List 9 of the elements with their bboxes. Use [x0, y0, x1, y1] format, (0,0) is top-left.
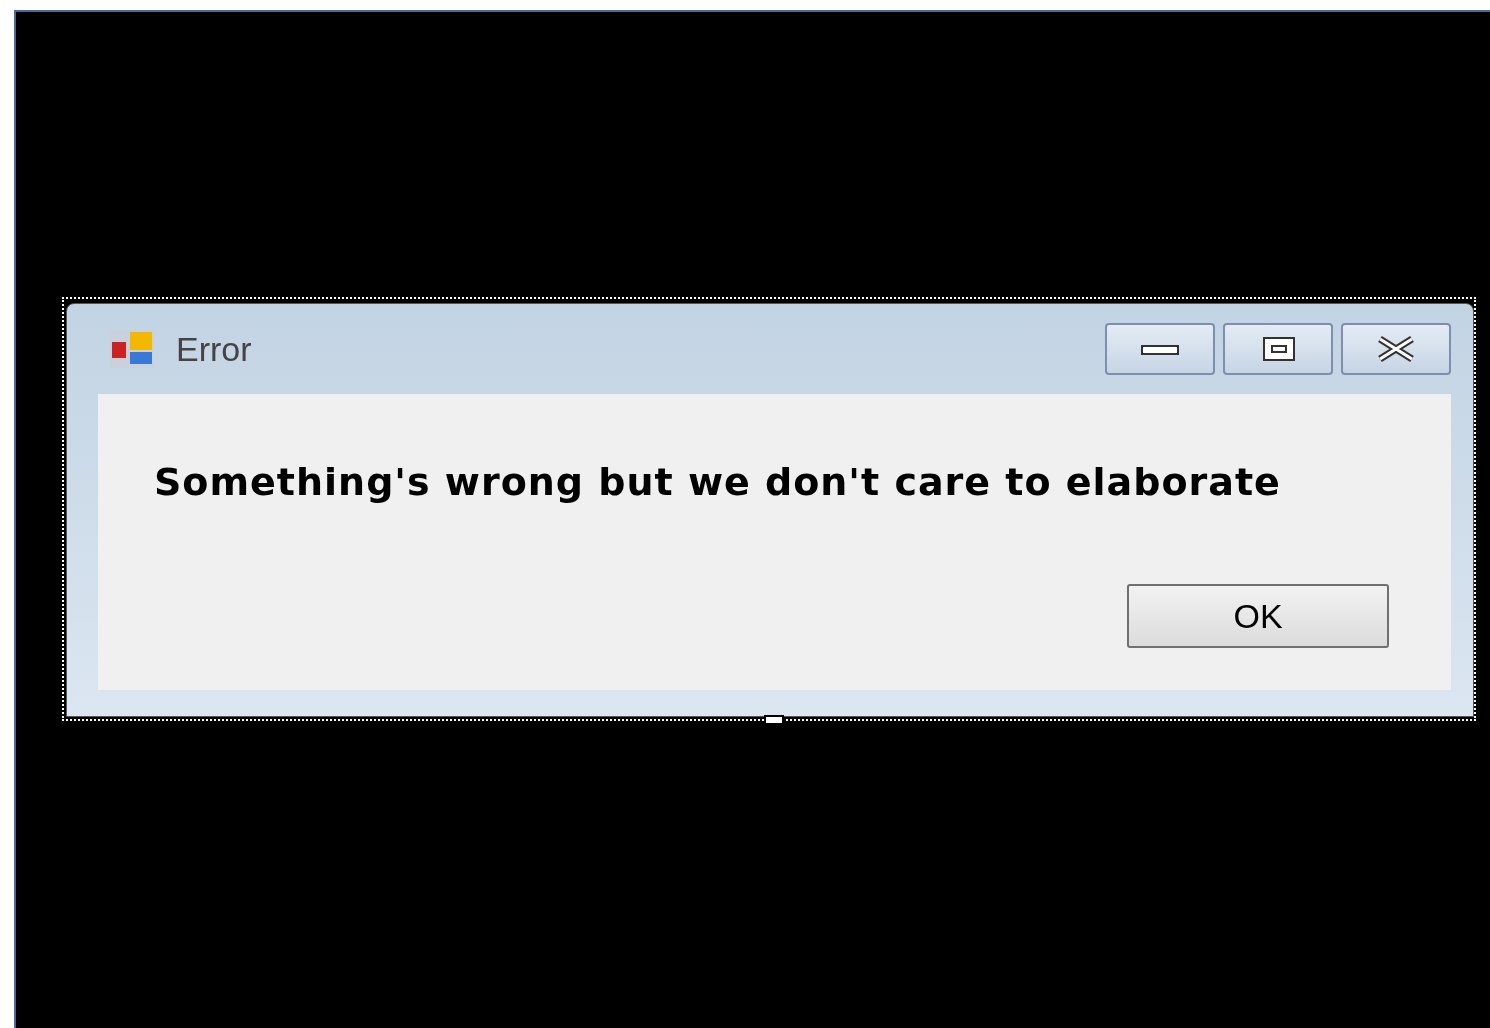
maximize-button[interactable]	[1223, 323, 1333, 375]
error-message: Something's wrong but we don't care to elaborate	[154, 459, 1282, 506]
ok-button[interactable]: OK	[1127, 584, 1389, 648]
resize-handle[interactable]	[764, 715, 784, 725]
window-title: Error	[176, 328, 252, 370]
minimize-button[interactable]	[1105, 323, 1215, 375]
close-icon	[1376, 336, 1416, 362]
form-icon	[108, 328, 156, 370]
close-button[interactable]	[1341, 323, 1451, 375]
